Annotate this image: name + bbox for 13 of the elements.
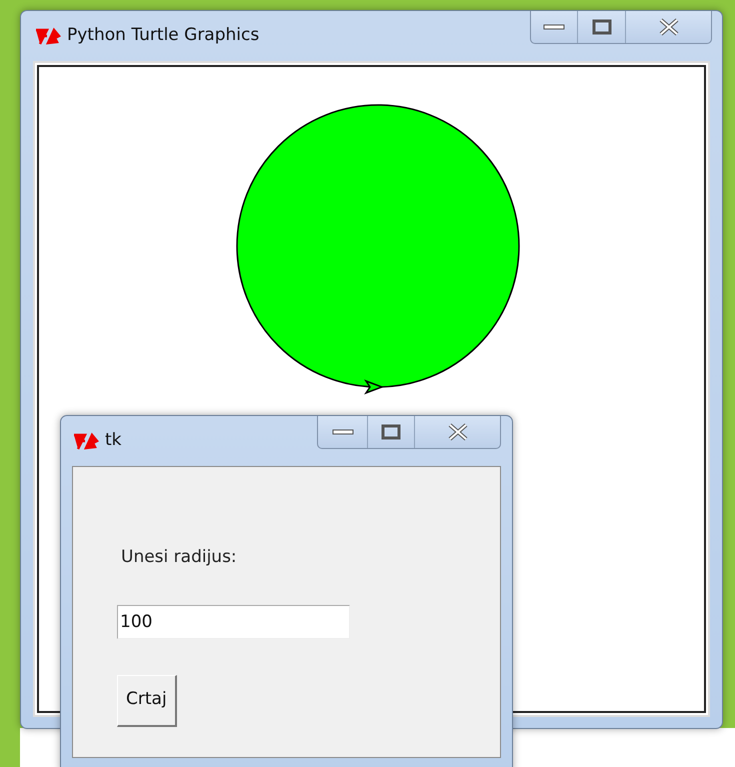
window-title: tk: [105, 429, 122, 452]
minimize-icon: [332, 428, 354, 436]
maximize-icon: [592, 19, 612, 35]
maximize-icon: [381, 424, 401, 440]
feather-icon: [73, 432, 99, 450]
radius-label: Unesi radijus:: [121, 546, 238, 569]
feather-icon: [35, 27, 61, 45]
minimize-icon: [543, 23, 565, 31]
radius-input-field[interactable]: 100: [117, 604, 350, 638]
close-icon: [446, 423, 468, 441]
window-title: Python Turtle Graphics: [67, 24, 260, 48]
close-icon: [658, 18, 680, 36]
draw-button[interactable]: Crtaj: [117, 674, 177, 726]
